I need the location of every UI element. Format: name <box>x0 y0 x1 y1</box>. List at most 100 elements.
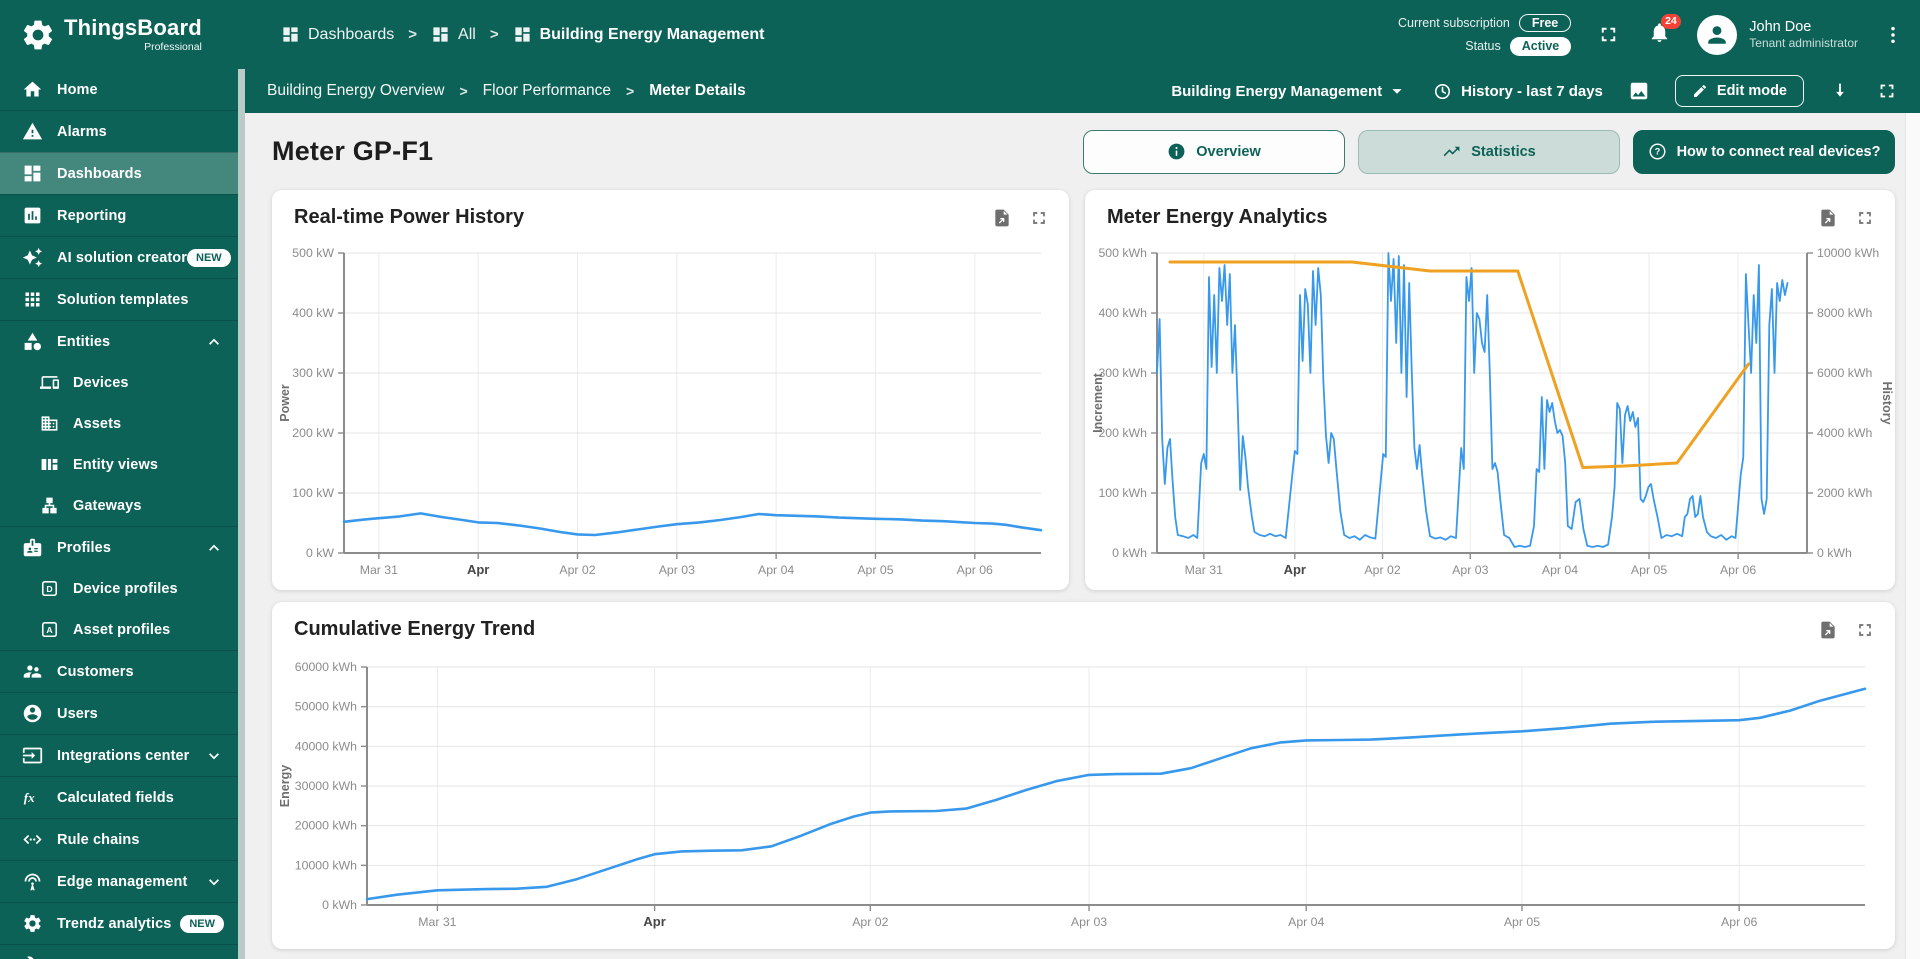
sidebar-item-ai-solution-creator[interactable]: AI solution creatorNEW <box>0 236 238 278</box>
brand-logo[interactable]: ThingsBoard Professional <box>0 0 245 69</box>
x-axis-tick-label: Apr 04 <box>1288 915 1324 929</box>
y-axis-tick-label: 100 kW <box>292 486 334 500</box>
new-badge: NEW <box>180 915 224 933</box>
ai-icon <box>22 247 43 268</box>
expand-widget-icon[interactable] <box>1855 208 1875 228</box>
dashboard-breadcrumb: Building Energy Overview>Floor Performan… <box>267 82 746 100</box>
widget-title: Real-time Power History <box>294 206 524 229</box>
breadcrumb-label: Building Energy Management <box>540 26 765 44</box>
export-widget-icon[interactable] <box>1818 620 1838 640</box>
sidebar-item-label: Customers <box>57 664 134 680</box>
sidebar-item-devices[interactable]: Devices <box>0 362 238 403</box>
app-root: ThingsBoard Professional Home Alarms Dashb… <box>0 0 1920 959</box>
chart-svg: 60000 kWh50000 kWh40000 kWh30000 kWh2000… <box>272 652 1895 949</box>
time-window-button[interactable]: History - last 7 days <box>1433 82 1603 101</box>
overview-button[interactable]: Overview <box>1083 130 1345 174</box>
alarms-icon <box>22 121 43 142</box>
sidebar-item-dashboards[interactable]: Dashboards <box>0 152 238 194</box>
sidebar-item-label: Assets <box>73 416 121 432</box>
connect-devices-help-button[interactable]: ? How to connect real devices? <box>1633 130 1895 174</box>
chart-svg: 500 kW400 kW300 kW200 kW100 kW0 kWMar 31… <box>272 240 1069 590</box>
apps-icon <box>22 289 43 310</box>
sidebar-item-home[interactable]: Home <box>0 69 238 110</box>
sidebar-item-entities[interactable]: Entities <box>0 320 238 362</box>
integrations-icon <box>22 745 43 766</box>
sidebar-item-customers[interactable]: Customers <box>0 650 238 692</box>
sidebar-item-label: AI solution creator <box>57 250 187 266</box>
header-breadcrumb-item[interactable]: All <box>431 25 476 44</box>
sidebar-item-asset-profiles[interactable]: AAsset profiles <box>0 609 238 650</box>
statistics-button[interactable]: Statistics <box>1358 130 1620 174</box>
page-title: Meter GP-F1 <box>272 136 433 167</box>
export-widget-icon[interactable] <box>992 208 1012 228</box>
sidebar-item-trendz-analytics[interactable]: Trendz analyticsNEW <box>0 902 238 944</box>
sidebar-item-calculated-fields[interactable]: fxCalculated fields <box>0 776 238 818</box>
customers-icon <box>22 661 43 682</box>
subscription-badge[interactable]: Free <box>1519 14 1571 32</box>
y-axis-title: Energy <box>278 765 292 807</box>
y-axis-tick-label: 400 kWh <box>1098 306 1147 320</box>
status-badge: Active <box>1510 37 1572 56</box>
sidebar-item-rule-chains[interactable]: Rule chains <box>0 818 238 860</box>
header-breadcrumb-item[interactable]: Building Energy Management <box>513 25 765 44</box>
sidebar-item-label: Edge management <box>57 874 187 890</box>
chart-svg: 500 kWh10000 kWh400 kWh8000 kWh300 kWh60… <box>1085 240 1895 590</box>
header-breadcrumb-item[interactable]: Dashboards <box>281 25 394 44</box>
sidebar-item-label: Home <box>57 82 98 98</box>
sidebar-scrollbar[interactable] <box>238 69 245 959</box>
dashboard-breadcrumb-item[interactable]: Floor Performance <box>483 82 611 100</box>
sidebar-item-label: Alarms <box>57 124 107 140</box>
dashboard-breadcrumb-item[interactable]: Meter Details <box>649 82 745 100</box>
widget-title: Cumulative Energy Trend <box>294 618 535 641</box>
edit-mode-button[interactable]: Edit mode <box>1675 75 1804 107</box>
expand-toolbar-icon[interactable] <box>1876 80 1898 102</box>
sidebar-item-alarms[interactable]: Alarms <box>0 110 238 152</box>
x-axis-tick-label: Apr 03 <box>1452 563 1488 577</box>
x-axis-tick-label: Apr 04 <box>758 563 794 577</box>
y-axis-title: Power <box>278 384 292 422</box>
user-menu[interactable]: John Doe Tenant administrator <box>1749 18 1858 51</box>
expand-widget-icon[interactable] <box>1029 208 1049 228</box>
notifications-button[interactable]: 24 <box>1648 21 1671 49</box>
sidebar-item-gateways[interactable]: Gateways <box>0 485 238 526</box>
fullscreen-icon[interactable] <box>1597 23 1620 46</box>
device-profile-icon: D <box>40 579 59 598</box>
chevron-down-icon <box>204 956 224 959</box>
series-power <box>344 513 1041 535</box>
dashboard-state-select[interactable]: Building Energy Management <box>1171 80 1408 102</box>
y-axis-tick-label: 0 kWh <box>1112 546 1147 560</box>
sidebar-item-users[interactable]: Users <box>0 692 238 734</box>
sidebar-item-entity-views[interactable]: Entity views <box>0 444 238 485</box>
y-axis-tick-label: 400 kW <box>292 306 334 320</box>
expand-widget-icon[interactable] <box>1855 620 1875 640</box>
avatar[interactable] <box>1697 15 1737 55</box>
statistics-button-label: Statistics <box>1471 144 1535 160</box>
header-breadcrumb: Dashboards>All>Building Energy Managemen… <box>281 25 765 44</box>
kebab-menu-icon[interactable] <box>1882 24 1904 46</box>
x-axis-tick-label: Apr 02 <box>852 915 888 929</box>
sidebar-item-solution-templates[interactable]: Solution templates <box>0 278 238 320</box>
assets-icon <box>40 414 59 433</box>
home-icon <box>22 79 43 100</box>
image-gallery-icon[interactable] <box>1628 80 1650 102</box>
sidebar-item-assets[interactable]: Assets <box>0 403 238 444</box>
y-axis-tick-label: 300 kW <box>292 366 334 380</box>
sidebar-item-integrations-center[interactable]: Integrations center <box>0 734 238 776</box>
sidebar-item-label: Entities <box>57 334 110 350</box>
user-role: Tenant administrator <box>1749 36 1858 51</box>
sidebar-item-label: Device profiles <box>73 581 178 597</box>
dashboard-icon <box>281 25 300 44</box>
sidebar-item-edge-management[interactable]: Edge management <box>0 860 238 902</box>
export-widget-icon[interactable] <box>1818 208 1838 228</box>
download-icon[interactable] <box>1829 80 1851 102</box>
content-scrollbar[interactable] <box>1905 113 1920 959</box>
sidebar-item-reporting[interactable]: Reporting <box>0 194 238 236</box>
dashboard-breadcrumb-item[interactable]: Building Energy Overview <box>267 82 444 100</box>
sidebar-item-profiles[interactable]: Profiles <box>0 526 238 568</box>
sidebar-item-advanced-features[interactable]: Advanced features <box>0 944 238 959</box>
sidebar-item-device-profiles[interactable]: D Device profiles <box>0 568 238 609</box>
overview-button-label: Overview <box>1196 144 1261 160</box>
advanced-icon <box>22 955 43 959</box>
series-energy <box>367 689 1865 899</box>
energy-analytics-chart: 500 kWh10000 kWh400 kWh8000 kWh300 kWh60… <box>1085 240 1895 590</box>
